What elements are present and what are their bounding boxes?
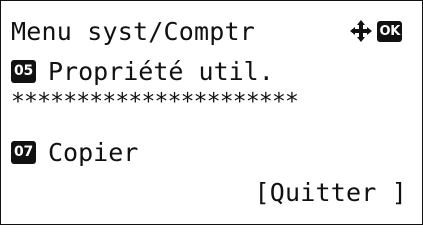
menu-item-number: 07 <box>11 140 36 164</box>
softkey-row: [Quitter ] <box>11 175 407 209</box>
ok-key-icon: OK <box>377 20 402 42</box>
menu-item-user-property[interactable]: 05 Propriété util. <box>11 54 416 88</box>
menu-item-copy[interactable]: 07 Copier <box>11 135 416 169</box>
exit-softkey[interactable]: [Quitter ] <box>254 180 407 205</box>
title-bar: Menu syst/Comptr OK <box>11 14 416 48</box>
navigation-indicators: OK <box>349 19 402 43</box>
four-way-arrow-icon <box>350 20 373 42</box>
masked-separator: ********************** <box>11 89 416 115</box>
lcd-panel: Menu syst/Comptr OK 05 Propriété util. *… <box>0 0 423 225</box>
masked-text: ********************** <box>11 90 299 114</box>
menu-item-label: Copier <box>48 137 139 167</box>
menu-item-number: 05 <box>11 59 36 83</box>
menu-item-label: Propriété util. <box>48 56 274 86</box>
menu-title: Menu syst/Comptr <box>11 16 256 46</box>
